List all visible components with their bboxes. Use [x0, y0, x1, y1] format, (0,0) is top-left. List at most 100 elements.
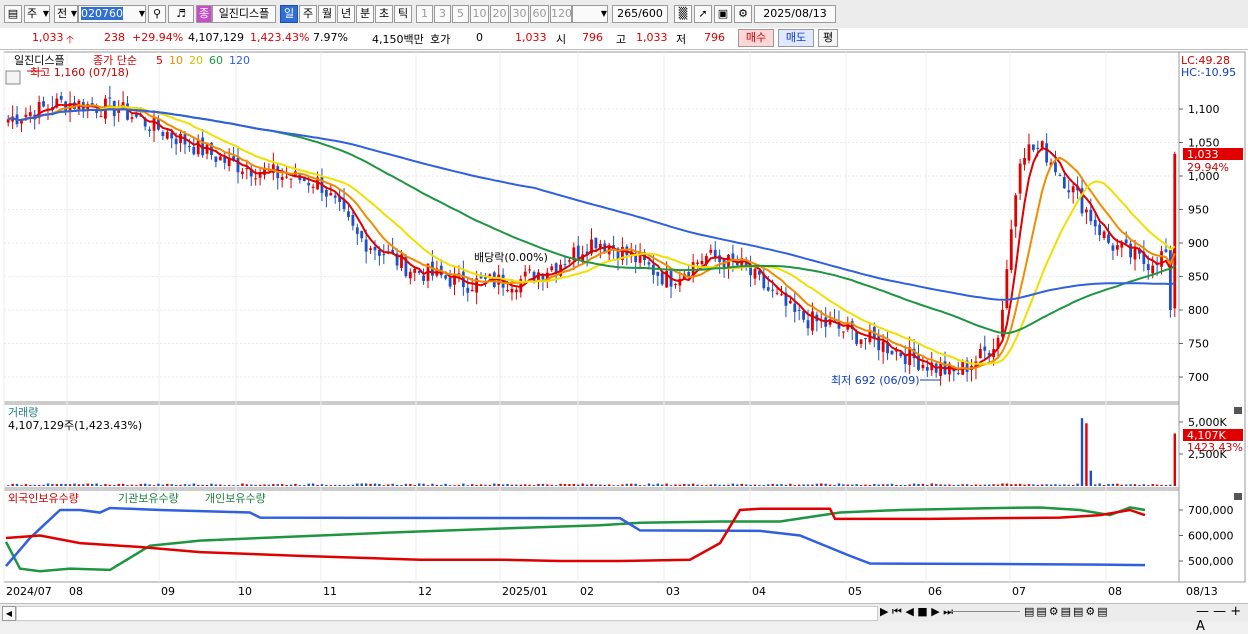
volume-bar: [815, 483, 819, 486]
period-button-5[interactable]: 초: [375, 5, 393, 23]
gear-icon[interactable]: ⚙: [734, 5, 752, 23]
stock-code-input[interactable]: 020760 ▼: [78, 5, 146, 23]
volume-bar: [789, 483, 792, 486]
candle-body: [1107, 234, 1110, 243]
volume-bar: [1094, 484, 1097, 486]
volume-bar: [1155, 484, 1159, 486]
candle-body: [568, 260, 571, 262]
stock-chart-svg[interactable]: 일진디스플 종가 단순 5 10 20 60 120 최고 1,160 (07/18) …: [0, 50, 1248, 603]
volume-bar: [864, 484, 867, 486]
period-button-1[interactable]: 주: [299, 5, 317, 23]
volume-bar: [630, 483, 633, 486]
count-input[interactable]: 265/600: [612, 5, 668, 23]
interval-button-5[interactable]: 5: [452, 5, 469, 23]
candle-body: [925, 367, 929, 371]
period-button-2[interactable]: 월: [318, 5, 336, 23]
volume-bar: [104, 484, 107, 486]
volume-bar: [1129, 484, 1132, 486]
candle-body: [1036, 147, 1040, 149]
volume-bar: [320, 484, 324, 486]
interval-button-120[interactable]: 120: [550, 5, 572, 23]
volume-bar: [77, 484, 81, 486]
date-input[interactable]: 2025/08/13: [754, 5, 836, 23]
scroll-left-icon[interactable]: ◀: [2, 606, 16, 621]
interval-button-30[interactable]: 30: [510, 5, 529, 23]
volume-bar: [183, 484, 187, 486]
market-select[interactable]: 전 ▼: [54, 5, 78, 23]
candle-body: [1146, 264, 1150, 271]
tool-icons[interactable]: ▤▤⚙▤▤⚙▤: [1024, 605, 1110, 618]
volume-bar: [859, 485, 863, 486]
navigate-icons[interactable]: ▶ ⏮ ◀ ■ ▶ ⏭: [880, 605, 953, 619]
eval-button[interactable]: 평: [818, 29, 838, 47]
price-tick-label: 750: [1188, 338, 1209, 351]
type-select[interactable]: 주 ▼: [24, 5, 50, 23]
candle-body: [369, 248, 372, 250]
volume-bar: [364, 483, 368, 486]
volume-bar: [117, 483, 120, 486]
volume-bar: [347, 484, 350, 486]
volume-bar: [24, 484, 28, 486]
volume-bar: [767, 484, 770, 486]
volume-bar: [130, 484, 134, 486]
candle-body: [780, 294, 783, 296]
interval-button-3[interactable]: 3: [434, 5, 451, 23]
scroll-track[interactable]: [16, 606, 878, 621]
volume-bar: [992, 484, 995, 486]
volume-bar: [948, 484, 951, 486]
volume-bar: [15, 483, 19, 486]
candle-body: [179, 133, 182, 143]
candle-body: [126, 103, 129, 120]
window-menu-icon[interactable]: ▤: [4, 5, 22, 23]
volume-bar: [33, 484, 36, 486]
candle-body: [214, 156, 218, 162]
period-button-6[interactable]: 틱: [394, 5, 412, 23]
zoom-icons[interactable]: — — + A: [1196, 604, 1248, 634]
candle-body: [788, 300, 792, 304]
chart-area[interactable]: 일진디스플 종가 단순 5 10 20 60 120 최고 1,160 (07/18) …: [0, 50, 1248, 603]
volume-pane-close-icon[interactable]: [1234, 407, 1242, 414]
volume-bar: [1058, 484, 1062, 486]
candle-type-icon[interactable]: ▒: [674, 5, 692, 23]
candle-body: [408, 271, 412, 279]
candle-body: [1023, 158, 1026, 165]
buy-button[interactable]: 매수: [738, 29, 774, 47]
volume-bar: [135, 485, 138, 486]
interval-button-20[interactable]: 20: [490, 5, 509, 23]
candle-body: [510, 288, 514, 293]
period-button-4[interactable]: 분: [356, 5, 374, 23]
candle-body: [978, 348, 982, 359]
volume-bar: [700, 485, 704, 486]
volume-bar: [311, 483, 315, 486]
candle-body: [174, 138, 178, 145]
volume-bar: [1133, 484, 1137, 486]
table-icon[interactable]: [5, 70, 21, 85]
candle-body: [1111, 245, 1115, 251]
candle-body: [161, 132, 165, 137]
draw-tool-icon[interactable]: ➚: [694, 5, 712, 23]
volume-bar: [744, 484, 748, 486]
period-button-0[interactable]: 일: [280, 5, 298, 23]
interval-custom-select[interactable]: ▼: [572, 5, 608, 23]
period-button-3[interactable]: 년: [337, 5, 355, 23]
speaker-icon[interactable]: ♬: [168, 5, 194, 23]
interval-button-1[interactable]: 1: [416, 5, 433, 23]
candle-body: [59, 95, 63, 100]
candle-body: [311, 186, 315, 188]
volume-bar: [541, 483, 545, 486]
volume-bar: [873, 484, 876, 486]
volume-bar: [806, 484, 810, 486]
volume-bar: [395, 484, 399, 486]
candle-body: [1045, 143, 1049, 163]
volume-bar: [797, 484, 801, 486]
save-icon[interactable]: ▣: [714, 5, 732, 23]
interval-button-10[interactable]: 10: [470, 5, 489, 23]
search-icon[interactable]: ⚲: [148, 5, 166, 23]
candle-body: [855, 331, 859, 345]
volume-bar: [1014, 484, 1017, 486]
interval-button-60[interactable]: 60: [530, 5, 549, 23]
zoom-slider[interactable]: [950, 611, 1020, 616]
sell-button[interactable]: 매도: [778, 29, 814, 47]
holding-pane-close-icon[interactable]: [1234, 493, 1242, 500]
volume-bar: [126, 485, 129, 486]
